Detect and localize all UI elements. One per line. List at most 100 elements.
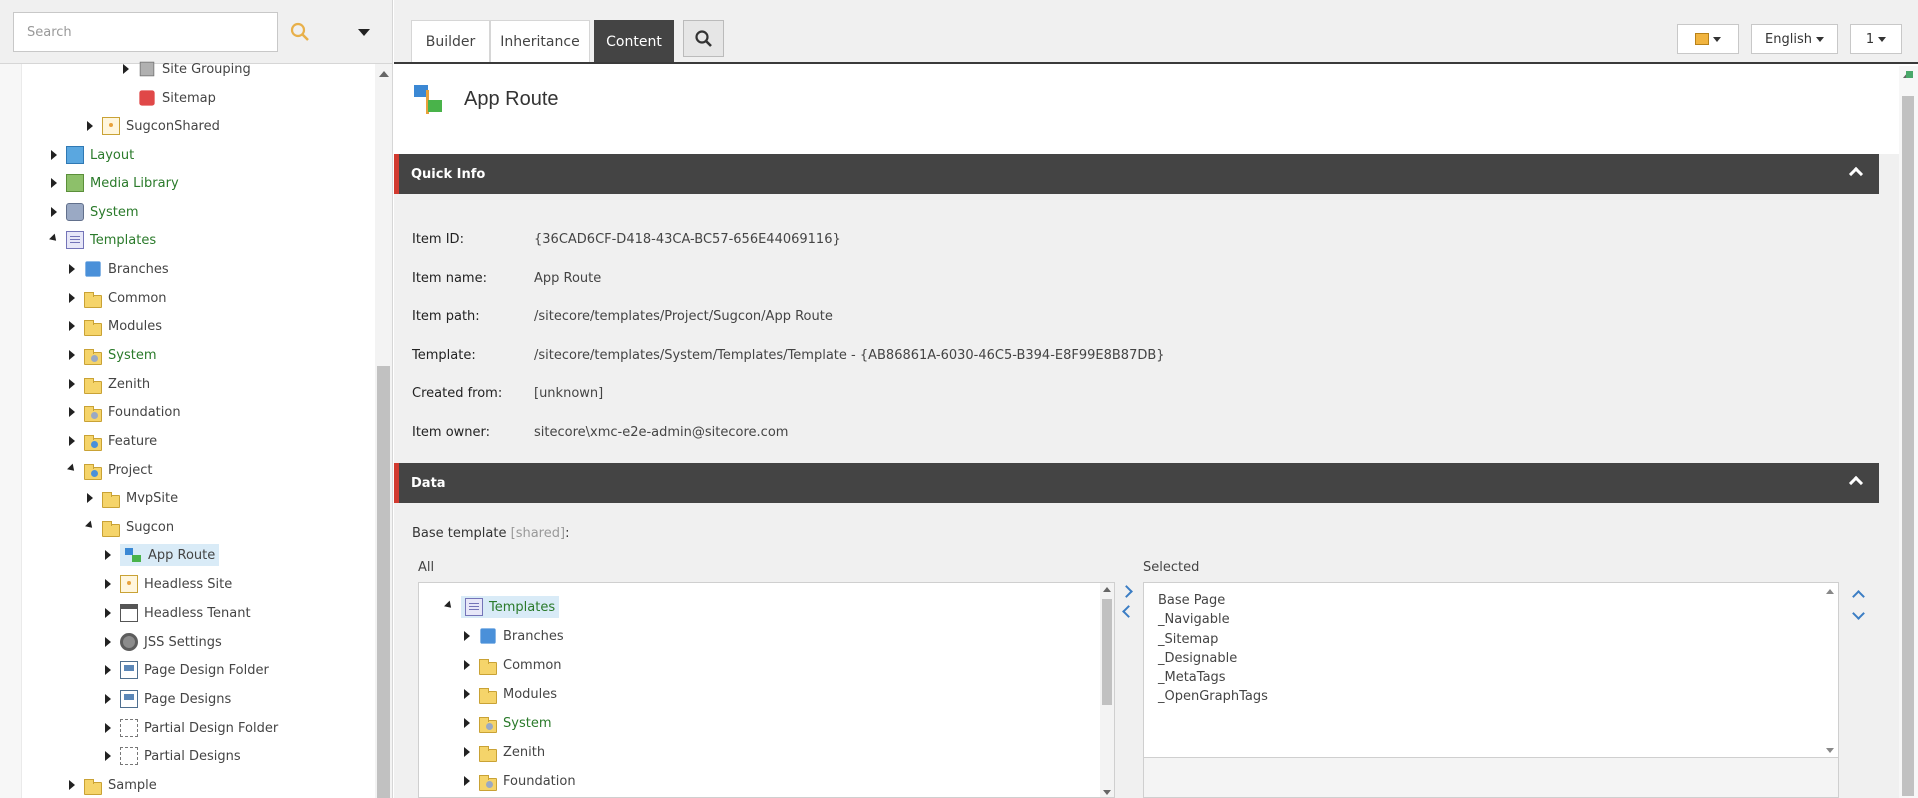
expand-icon[interactable]	[459, 773, 475, 789]
selected-templates-list[interactable]: Base Page _Navigable _Sitemap _Designabl…	[1143, 582, 1839, 758]
collapse-icon[interactable]	[46, 232, 62, 248]
tree-item[interactable]: Sitemap	[138, 86, 216, 110]
tree-item[interactable]: Site Grouping	[118, 57, 251, 81]
tree-item[interactable]: JSS Settings	[100, 630, 222, 654]
expand-icon[interactable]	[82, 118, 98, 134]
data-section-header[interactable]: Data	[394, 463, 1879, 503]
tree-item[interactable]: MvpSite	[82, 486, 178, 510]
tree-item[interactable]: Feature	[64, 429, 157, 453]
move-up-icon[interactable]	[1850, 586, 1866, 602]
scroll-up-icon[interactable]	[1103, 587, 1111, 592]
tree-item[interactable]: Foundation	[64, 400, 181, 424]
expand-icon[interactable]	[64, 261, 80, 277]
scrollbar-thumb[interactable]	[377, 366, 390, 798]
tree-item[interactable]: Modules	[459, 682, 557, 706]
info-value-link[interactable]: /sitecore/templates/System/Templates/Tem…	[534, 348, 1165, 363]
tree-item[interactable]: Partial Design Folder	[100, 716, 278, 740]
tree-item[interactable]: Page Designs	[100, 687, 231, 711]
expand-icon[interactable]	[100, 691, 116, 707]
collapse-icon[interactable]	[441, 599, 457, 615]
expand-icon[interactable]	[64, 404, 80, 420]
all-templates-tree[interactable]: Templates Branches Common Modules System…	[418, 582, 1115, 798]
tree-item[interactable]: Headless Site	[100, 572, 232, 596]
save-dropdown-button[interactable]	[1677, 24, 1739, 54]
expand-icon[interactable]	[64, 347, 80, 363]
tree-item[interactable]: Branches	[459, 624, 564, 648]
expand-icon[interactable]	[100, 748, 116, 764]
tree-item[interactable]: System	[46, 200, 138, 224]
expand-icon[interactable]	[100, 576, 116, 592]
tree-item[interactable]: Zenith	[64, 372, 150, 396]
tree-item[interactable]: Sample	[64, 773, 157, 797]
tree-item[interactable]: System	[64, 343, 156, 367]
tree-item[interactable]: Templates	[46, 228, 156, 252]
tree-item[interactable]: Templates	[441, 595, 560, 619]
tree-item[interactable]: Foundation	[459, 769, 576, 793]
tree-item[interactable]: Partial Designs	[100, 744, 241, 768]
scrollbar-thumb[interactable]	[1902, 96, 1914, 796]
tab-search-button[interactable]	[683, 20, 724, 57]
add-to-selected-icon[interactable]	[1118, 584, 1134, 600]
tree-item-selected[interactable]: App Route	[100, 543, 220, 567]
remove-from-selected-icon[interactable]	[1118, 604, 1134, 620]
list-item[interactable]: _Sitemap	[1158, 632, 1268, 651]
tree-scrollbar[interactable]	[375, 64, 392, 798]
tree-item[interactable]: Layout	[46, 143, 134, 167]
scroll-down-icon[interactable]	[1103, 790, 1111, 795]
expand-icon[interactable]	[459, 686, 475, 702]
tree-item[interactable]: Headless Tenant	[100, 601, 251, 625]
list-item[interactable]: _Navigable	[1158, 612, 1268, 631]
collapse-icon[interactable]	[82, 519, 98, 535]
all-tree-scrollbar[interactable]	[1100, 583, 1114, 797]
move-down-icon[interactable]	[1850, 606, 1866, 622]
search-input[interactable]	[13, 12, 278, 52]
expand-icon[interactable]	[46, 147, 62, 163]
selected-item-highlight[interactable]: App Route	[120, 544, 220, 566]
tree-item[interactable]: Page Design Folder	[100, 658, 269, 682]
tab-inheritance[interactable]: Inheritance	[490, 20, 590, 62]
tab-builder[interactable]: Builder	[411, 20, 490, 62]
tree-item[interactable]: System	[459, 711, 551, 735]
expand-icon[interactable]	[64, 433, 80, 449]
list-item[interactable]: _MetaTags	[1158, 670, 1268, 689]
version-dropdown[interactable]: 1	[1850, 24, 1902, 54]
expand-icon[interactable]	[64, 318, 80, 334]
quick-info-section-header[interactable]: Quick Info	[394, 154, 1879, 194]
expand-icon[interactable]	[459, 657, 475, 673]
selected-item-highlight[interactable]: Templates	[461, 596, 560, 618]
expand-icon[interactable]	[100, 720, 116, 736]
expand-icon[interactable]	[46, 175, 62, 191]
expand-icon[interactable]	[100, 662, 116, 678]
chevron-up-icon[interactable]	[1848, 475, 1864, 491]
expand-icon[interactable]	[100, 605, 116, 621]
tree-item[interactable]: Branches	[64, 257, 169, 281]
tree-item[interactable]: Media Library	[46, 171, 179, 195]
expand-icon[interactable]	[46, 204, 62, 220]
tree-item[interactable]: SugconShared	[82, 114, 220, 138]
tree-item[interactable]: Project	[64, 458, 152, 482]
expand-icon[interactable]	[459, 744, 475, 760]
list-item[interactable]: _OpenGraphTags	[1158, 689, 1268, 708]
tree-item[interactable]: Common	[64, 286, 167, 310]
list-item[interactable]: Base Page	[1158, 593, 1268, 612]
expand-icon[interactable]	[64, 777, 80, 793]
tree-item[interactable]: Modules	[64, 314, 162, 338]
expand-icon[interactable]	[64, 376, 80, 392]
tree-options-dropdown-icon[interactable]	[352, 24, 376, 40]
collapse-icon[interactable]	[64, 462, 80, 478]
tree-item[interactable]: Sugcon	[82, 515, 174, 539]
list-item[interactable]: _Designable	[1158, 651, 1268, 670]
scroll-up-icon[interactable]	[1826, 589, 1834, 594]
expand-icon[interactable]	[82, 490, 98, 506]
search-icon[interactable]	[288, 20, 312, 44]
expand-icon[interactable]	[100, 547, 116, 563]
editor-scrollbar[interactable]	[1899, 66, 1918, 798]
tab-content[interactable]: Content	[594, 20, 674, 62]
expand-icon[interactable]	[459, 715, 475, 731]
tree-item[interactable]: Common	[459, 653, 562, 677]
expand-icon[interactable]	[100, 634, 116, 650]
scroll-up-icon[interactable]	[379, 71, 389, 77]
chevron-up-icon[interactable]	[1848, 166, 1864, 182]
expand-icon[interactable]	[64, 290, 80, 306]
tree-item[interactable]: Zenith	[459, 740, 545, 764]
